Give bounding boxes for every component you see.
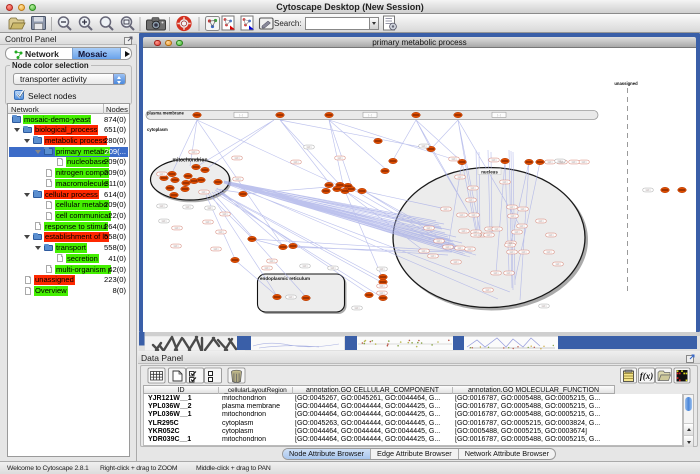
- svg-text:mitochondrion: mitochondrion: [173, 158, 208, 164]
- svg-text:GO:t: GO:t: [520, 225, 525, 228]
- svg-text:GO:t: GO:t: [294, 161, 299, 164]
- svg-text:GO:t: GO:t: [446, 246, 451, 249]
- svg-text:GO:t: GO:t: [542, 305, 547, 308]
- svg-text:GO:t: GO:t: [380, 292, 385, 295]
- svg-text:GO:t: GO:t: [186, 206, 191, 209]
- svg-text:GO:t: GO:t: [303, 265, 308, 268]
- svg-text:GO:t: GO:t: [160, 205, 165, 208]
- svg-text:GO:t: GO:t: [380, 285, 385, 288]
- svg-text:GO:t: GO:t: [472, 214, 477, 217]
- svg-text:GO:t: GO:t: [522, 251, 527, 254]
- svg-text:unassigned: unassigned: [614, 81, 638, 86]
- svg-text:GO:t: GO:t: [452, 158, 457, 161]
- svg-text:GO:t: GO:t: [460, 214, 465, 217]
- svg-text:GO:t: GO:t: [289, 296, 294, 299]
- svg-text:GO:t: GO:t: [539, 220, 544, 223]
- svg-text:GO:t: GO:t: [427, 227, 432, 230]
- svg-text:GO:t: GO:t: [510, 251, 515, 254]
- svg-text:GO:t: GO:t: [503, 181, 508, 184]
- svg-text:GO:t: GO:t: [556, 263, 561, 266]
- svg-text:GO:t: GO:t: [338, 157, 343, 160]
- svg-text:GO:t: GO:t: [223, 213, 228, 216]
- svg-text:GO:t: GO:t: [521, 208, 526, 211]
- svg-text:GO:t: GO:t: [458, 176, 463, 179]
- svg-text:GO:t: GO:t: [160, 173, 165, 176]
- svg-text:GO:t: GO:t: [462, 230, 467, 233]
- svg-text:GO:t: GO:t: [646, 189, 651, 192]
- svg-text:GO:t: GO:t: [174, 245, 179, 248]
- svg-text:endoplasmic reticulum: endoplasmic reticulum: [260, 276, 310, 281]
- svg-text:plasma membrane: plasma membrane: [147, 111, 184, 116]
- svg-text:GO:t: GO:t: [444, 208, 449, 211]
- svg-text:GO:t: GO:t: [468, 248, 473, 251]
- svg-text:GO:t: GO:t: [235, 157, 240, 160]
- svg-text:GO:t: GO:t: [422, 145, 427, 148]
- svg-text:cytoplasm: cytoplasm: [147, 127, 168, 132]
- svg-text:GO:t: GO:t: [422, 250, 427, 253]
- svg-text:GO:t: GO:t: [515, 231, 520, 234]
- svg-text:GO:t: GO:t: [507, 272, 512, 275]
- svg-text:GO:t: GO:t: [175, 227, 180, 230]
- svg-text:GO:t: GO:t: [236, 178, 241, 181]
- svg-text:GO:t: GO:t: [488, 228, 493, 231]
- svg-text:[...]: [...]: [239, 113, 243, 117]
- svg-text:GO:t: GO:t: [192, 151, 197, 154]
- svg-text:GO:t: GO:t: [494, 272, 499, 275]
- svg-text:GO:t: GO:t: [572, 161, 577, 164]
- svg-text:GO:t: GO:t: [492, 159, 497, 162]
- svg-text:GO:t: GO:t: [265, 267, 270, 270]
- svg-text:GO:t: GO:t: [495, 228, 500, 231]
- svg-text:GO:t: GO:t: [270, 260, 275, 263]
- svg-text:GO:t: GO:t: [549, 234, 554, 237]
- svg-text:GO:t: GO:t: [162, 220, 167, 223]
- svg-text:GO:t: GO:t: [582, 161, 587, 164]
- svg-text:GO:t: GO:t: [487, 234, 492, 237]
- svg-text:GO:t: GO:t: [219, 231, 224, 234]
- svg-text:GO:t: GO:t: [458, 247, 463, 250]
- svg-text:GO:t: GO:t: [454, 261, 459, 264]
- svg-text:GO:t: GO:t: [469, 199, 474, 202]
- svg-text:GO:t: GO:t: [486, 289, 491, 292]
- svg-text:[...]: [...]: [368, 113, 372, 117]
- svg-text:GO:t: GO:t: [208, 207, 213, 210]
- svg-text:GO:t: GO:t: [508, 244, 513, 247]
- svg-text:f(x): f(x): [640, 371, 654, 381]
- svg-text:GO:t: GO:t: [380, 268, 385, 271]
- svg-text:GO:t: GO:t: [479, 234, 484, 237]
- svg-text:GO:t: GO:t: [437, 240, 442, 243]
- svg-text:GO:t: GO:t: [511, 215, 516, 218]
- svg-text:GO:t: GO:t: [474, 234, 479, 237]
- svg-text:GO:t: GO:t: [214, 248, 219, 251]
- svg-text:GO:t: GO:t: [355, 307, 360, 310]
- svg-text:GO:t: GO:t: [558, 160, 563, 163]
- svg-text:GO:t: GO:t: [307, 146, 312, 149]
- svg-text:GO:t: GO:t: [474, 231, 479, 234]
- svg-text:GO:t: GO:t: [471, 187, 476, 190]
- svg-text:GO:t: GO:t: [510, 206, 515, 209]
- svg-text:GO:t: GO:t: [331, 267, 336, 270]
- svg-text:GO:t: GO:t: [548, 161, 553, 164]
- svg-text:nucleus: nucleus: [481, 169, 498, 174]
- svg-text:GO:t: GO:t: [206, 221, 211, 224]
- svg-text:GO:t: GO:t: [202, 191, 207, 194]
- svg-text:[...]: [...]: [497, 113, 501, 117]
- svg-text:GO:t: GO:t: [431, 255, 436, 258]
- svg-text:GO:t: GO:t: [547, 251, 552, 254]
